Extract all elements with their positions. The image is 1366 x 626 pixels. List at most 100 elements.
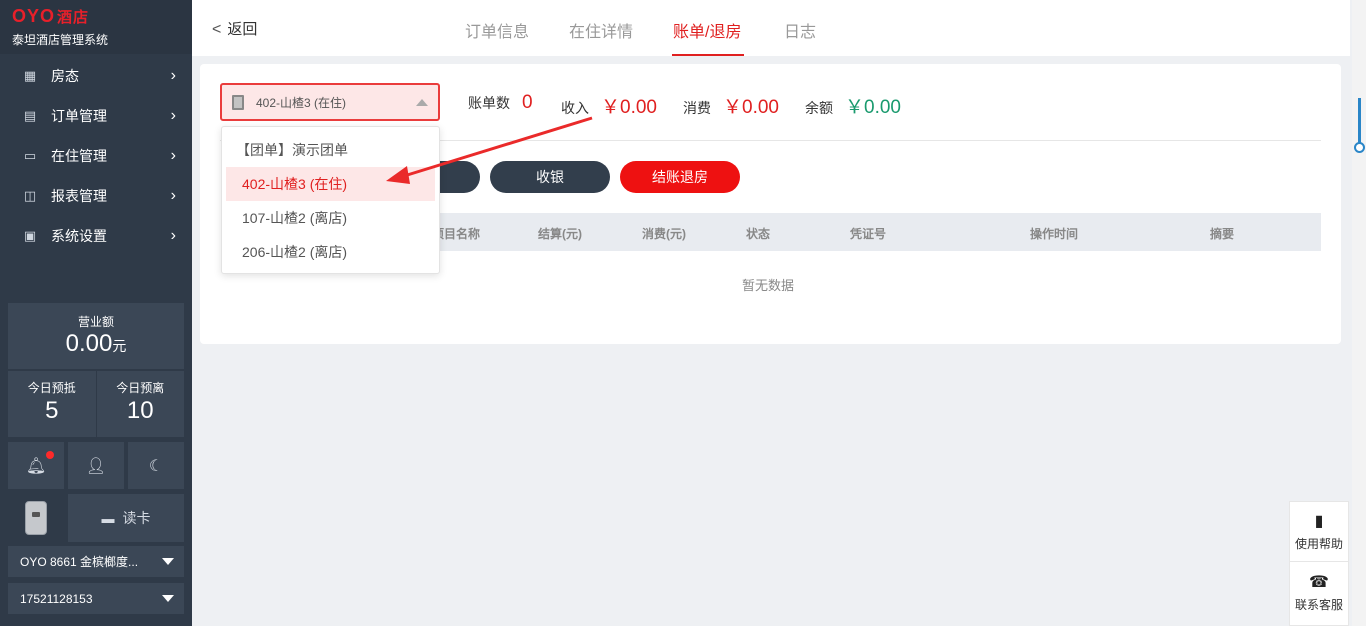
sidebar-item-settings[interactable]: ▣ 系统设置 › xyxy=(0,216,192,256)
back-label: 返回 xyxy=(227,21,258,38)
dropdown-item-room-402[interactable]: 402-山楂3 (在住) xyxy=(226,167,435,201)
sidebar-item-label: 报表管理 xyxy=(51,188,107,204)
guest-button[interactable]: 👤︎ xyxy=(68,442,124,489)
consume: 消费 ￥0.00 xyxy=(683,92,779,119)
bed-icon: ▭ xyxy=(23,148,37,163)
bill-count: 账单数 0 xyxy=(468,92,533,114)
card-icon: ▬ xyxy=(101,510,115,526)
chart-icon: ◫ xyxy=(23,188,37,203)
consume-label: 消费 xyxy=(683,100,711,116)
brand-logo: OYO 酒店 xyxy=(12,6,180,28)
brand-logo-cn: 酒店 xyxy=(57,9,90,26)
today-departure-value: 10 xyxy=(126,397,154,424)
revenue-unit: 元 xyxy=(112,338,127,354)
chevron-down-icon xyxy=(162,595,174,602)
brand: OYO 酒店 泰坦酒店管理系统 xyxy=(0,0,192,54)
usage-help-button[interactable]: ▮ 使用帮助 xyxy=(1290,502,1348,562)
bill-count-value: 0 xyxy=(522,92,533,113)
sidebar-item-room-status[interactable]: ▦ 房态 › xyxy=(0,56,192,96)
revenue-value-wrap: 0.00元 xyxy=(8,330,184,360)
room-select[interactable]: 402-山楂3 (在住) xyxy=(220,83,440,121)
grid-icon: ▦ xyxy=(23,68,37,83)
income-value: ￥0.00 xyxy=(601,97,657,118)
read-card-button[interactable]: ▬ 读卡 xyxy=(68,494,184,542)
balance-label: 余额 xyxy=(805,100,833,116)
sidebar-item-label: 订单管理 xyxy=(51,108,107,124)
top-bar: < 返回 订单信息 在住详情 账单/退房 日志 xyxy=(192,0,1350,56)
tab-stay-details[interactable]: 在住详情 xyxy=(569,18,633,42)
tab-log[interactable]: 日志 xyxy=(784,18,816,42)
monitor-icon: ▣ xyxy=(23,228,37,243)
column-header-voucher: 凭证号 xyxy=(850,227,887,241)
tab-order-info[interactable]: 订单信息 xyxy=(465,18,529,42)
sidebar-item-label: 在住管理 xyxy=(51,148,107,164)
income: 收入 ￥0.00 xyxy=(561,92,657,119)
contact-support-button[interactable]: ☎︎ 联系客服 xyxy=(1290,562,1348,622)
notification-button[interactable]: 🔔︎ xyxy=(8,442,64,489)
tab-bill-checkout[interactable]: 账单/退房 xyxy=(673,18,741,42)
room-icon xyxy=(232,94,244,110)
document-icon: ▤ xyxy=(23,108,37,123)
chevron-right-icon: › xyxy=(170,187,176,204)
today-arrival-value: 5 xyxy=(45,397,59,424)
brand-subtitle: 泰坦酒店管理系统 xyxy=(12,33,109,47)
chevron-right-icon: › xyxy=(170,107,176,124)
chevron-left-icon: < xyxy=(212,21,222,38)
revenue-value: 0.00 xyxy=(65,330,113,357)
user-icon: 👤︎ xyxy=(85,457,107,475)
income-label: 收入 xyxy=(561,100,589,116)
sidebar-menu: ▦ 房态 › ▤ 订单管理 › ▭ 在住管理 › ◫ 报表管理 › ▣ 系统设置… xyxy=(0,56,192,256)
contact-support-label: 联系客服 xyxy=(1294,597,1343,612)
account-select-value: 17521128153 xyxy=(20,591,93,606)
revenue-label: 营业额 xyxy=(77,315,114,329)
bell-icon: 🔔︎ xyxy=(25,457,47,475)
chevron-right-icon: › xyxy=(170,227,176,244)
headset-icon: ☎︎ xyxy=(1309,573,1329,591)
scrollbar-thumb[interactable] xyxy=(1354,142,1365,153)
empty-state: 暂无数据 xyxy=(742,278,795,293)
night-audit-button[interactable]: ☾ xyxy=(128,442,184,489)
sidebar-item-reports[interactable]: ◫ 报表管理 › xyxy=(0,176,192,216)
sidebar-item-label: 房态 xyxy=(51,68,79,84)
chevron-right-icon: › xyxy=(170,67,176,84)
cashier-button[interactable]: 收银 xyxy=(490,161,610,193)
balance: 余额 ￥0.00 xyxy=(805,92,901,119)
help-panel: ▮ 使用帮助 ☎︎ 联系客服 xyxy=(1289,501,1349,626)
chevron-down-icon xyxy=(162,558,174,565)
today-departure-label: 今日预离 xyxy=(116,381,165,395)
sidebar: OYO 酒店 泰坦酒店管理系统 ▦ 房态 › ▤ 订单管理 › ▭ 在住管理 › … xyxy=(0,0,192,626)
today-arrival-label: 今日预抵 xyxy=(27,381,76,395)
today-arrival[interactable]: 今日预抵 5 xyxy=(8,371,97,437)
vertical-scrollbar[interactable] xyxy=(1352,0,1366,626)
read-card-label: 读卡 xyxy=(122,510,151,526)
column-header-settle: 结算(元) xyxy=(538,227,582,241)
bill-table-header: 项目名称 结算(元) 消费(元) 状态 凭证号 操作时间 摘要 xyxy=(420,213,1321,251)
sidebar-item-orders[interactable]: ▤ 订单管理 › xyxy=(0,96,192,136)
consume-value: ￥0.00 xyxy=(723,97,779,118)
dropdown-item-room-206[interactable]: 206-山楂2 (离店) xyxy=(222,235,439,269)
dropdown-item-room-107[interactable]: 107-山楂2 (离店) xyxy=(222,201,439,235)
notification-badge xyxy=(46,451,54,459)
revenue-box: 营业额 0.00元 xyxy=(8,303,184,369)
column-header-consume: 消费(元) xyxy=(642,227,686,241)
hotel-select[interactable]: OYO 8661 金槟榔度... xyxy=(8,546,184,577)
sidebar-item-label: 系统设置 xyxy=(51,228,107,244)
card-reader-device xyxy=(8,494,64,542)
card-reader-icon xyxy=(25,501,47,535)
today-departure[interactable]: 今日预离 10 xyxy=(97,371,185,437)
book-icon: ▮ xyxy=(1314,513,1324,530)
moon-icon: ☾ xyxy=(148,457,164,475)
today-stats-box: 今日预抵 5 今日预离 10 xyxy=(8,371,184,437)
column-header-time: 操作时间 xyxy=(1030,227,1079,241)
checkout-button[interactable]: 结账退房 xyxy=(620,161,740,193)
back-button[interactable]: < 返回 xyxy=(212,18,257,39)
chevron-right-icon: › xyxy=(170,147,176,164)
room-select-value: 402-山楂3 (在住) xyxy=(256,95,347,110)
sidebar-item-in-house[interactable]: ▭ 在住管理 › xyxy=(0,136,192,176)
account-select[interactable]: 17521128153 xyxy=(8,583,184,614)
brand-logo-text: OYO xyxy=(12,6,56,26)
room-dropdown-menu: 【团单】演示团单 402-山楂3 (在住) 107-山楂2 (离店) 206-山… xyxy=(221,126,440,274)
dropdown-item-group-order[interactable]: 【团单】演示团单 xyxy=(222,133,439,167)
hotel-select-value: OYO 8661 金槟榔度... xyxy=(20,555,139,569)
column-header-summary: 摘要 xyxy=(1210,227,1235,241)
